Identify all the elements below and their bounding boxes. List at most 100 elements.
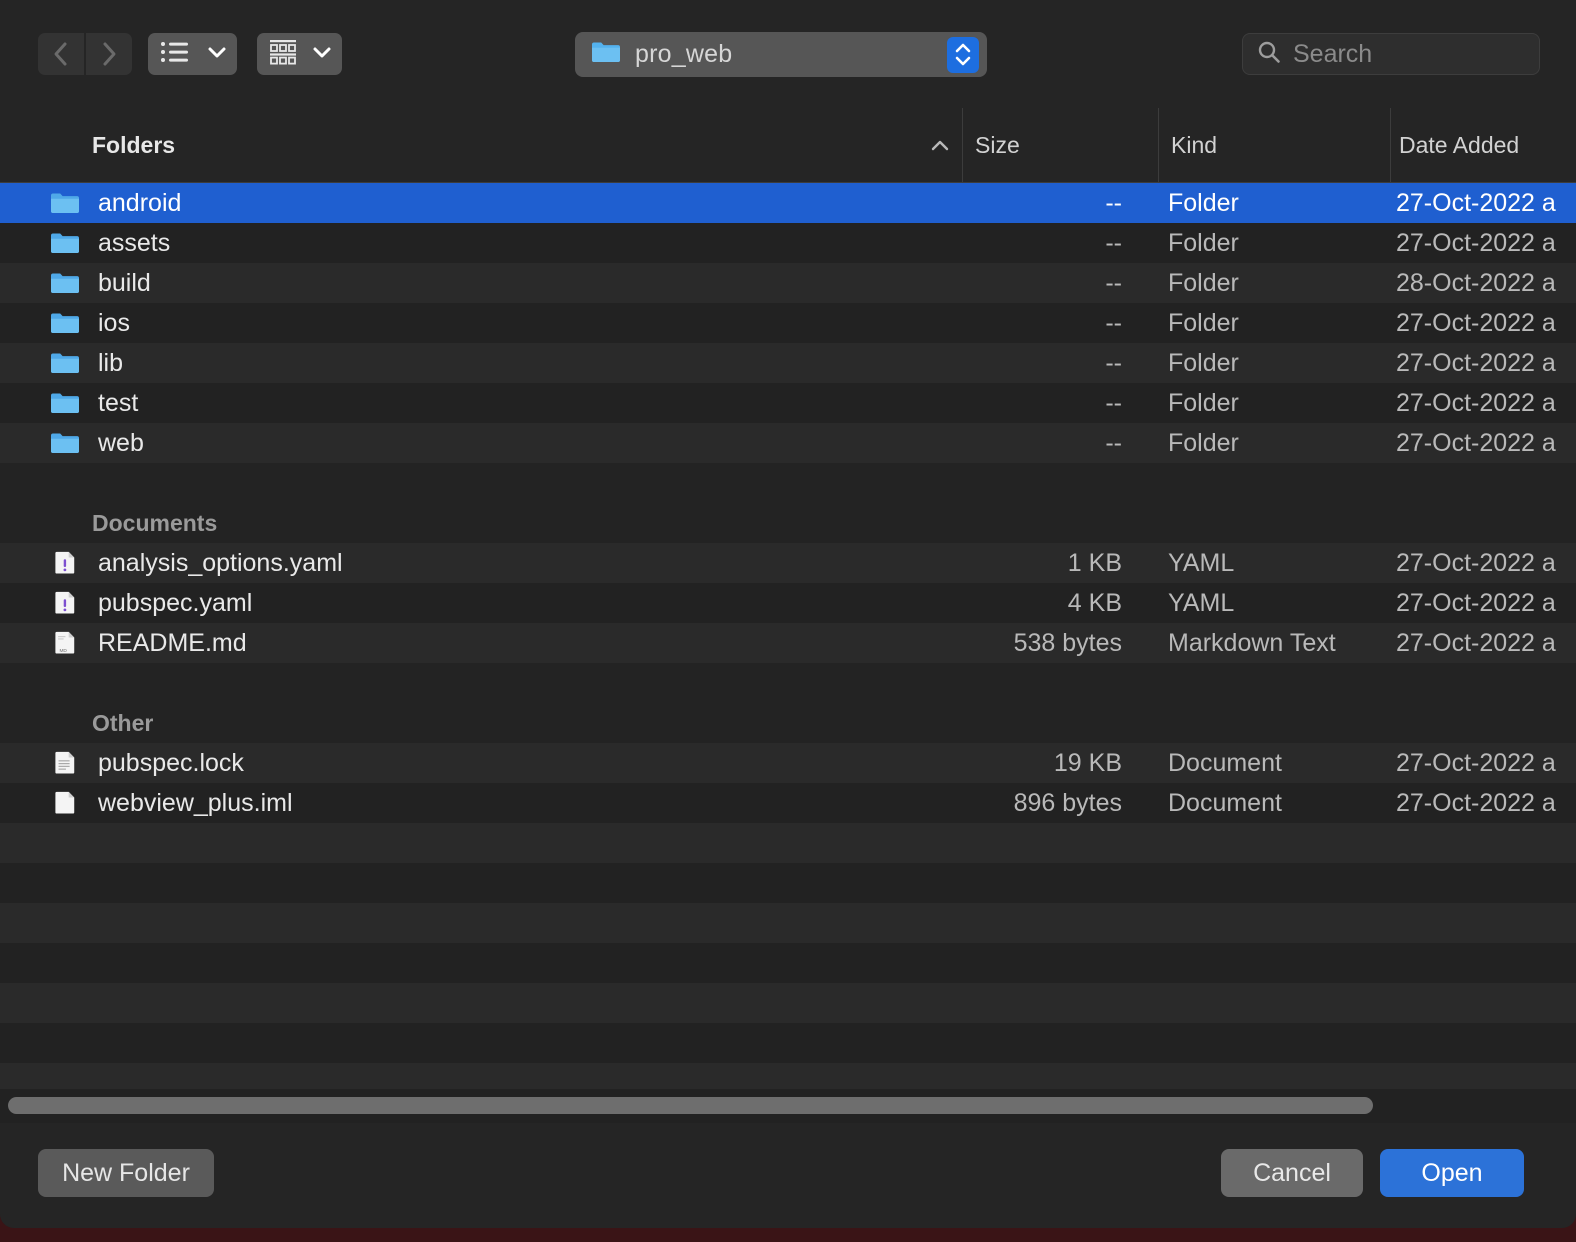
file-size-cell: -- (1105, 348, 1122, 377)
sort-indicator[interactable] (920, 108, 960, 182)
file-name-cell: web (50, 423, 144, 463)
file-kind-cell: Document (1168, 748, 1282, 777)
file-name-label: webview_plus.iml (98, 788, 293, 817)
table-row[interactable]: webview_plus.iml 896 bytes Document 27-Oct-… (0, 783, 1576, 823)
file-kind-cell: Document (1168, 788, 1282, 817)
file-kind-cell: Folder (1168, 348, 1239, 377)
section-header: Other (0, 703, 1576, 743)
file-date-cell: 27-Oct-2022 a (1396, 628, 1556, 657)
table-row[interactable]: android -- Folder 27-Oct-2022 a (0, 183, 1576, 223)
file-name-cell: webview_plus.iml (50, 783, 293, 823)
file-date-cell: 27-Oct-2022 a (1396, 588, 1556, 617)
path-label: pro_web (635, 40, 733, 68)
folder-icon (50, 271, 80, 295)
svg-text:MD: MD (59, 648, 67, 654)
file-date-cell: 27-Oct-2022 a (1396, 748, 1556, 777)
file-name-cell: test (50, 383, 138, 423)
table-row[interactable]: analysis_options.yaml 1 KB YAML 27-Oct-2022… (0, 543, 1576, 583)
folder-icon (50, 231, 80, 255)
table-row[interactable]: build -- Folder 28-Oct-2022 a (0, 263, 1576, 303)
view-options-button[interactable] (148, 33, 237, 75)
chevron-down-icon (312, 45, 332, 64)
chevron-down-icon (207, 45, 227, 64)
file-size-cell: -- (1105, 388, 1122, 417)
empty-row (0, 943, 1576, 983)
search-field[interactable]: Search (1242, 33, 1540, 75)
file-kind-cell: Folder (1168, 428, 1239, 457)
file-name-cell: android (50, 183, 181, 223)
file-name-label: README.md (98, 628, 247, 657)
file-size-cell: -- (1105, 188, 1122, 217)
file-size-cell: 896 bytes (1013, 788, 1122, 817)
column-header-size[interactable]: Size (962, 108, 1020, 182)
empty-row (0, 1023, 1576, 1063)
dialog-footer: New Folder Cancel Open (0, 1123, 1576, 1228)
yaml-file-icon (50, 551, 80, 575)
section-header-label: Other (92, 709, 154, 736)
file-kind-cell: Folder (1168, 308, 1239, 337)
file-size-cell: 1 KB (1067, 548, 1122, 577)
file-date-cell: 27-Oct-2022 a (1396, 188, 1556, 217)
cancel-button[interactable]: Cancel (1221, 1149, 1363, 1197)
file-date-cell: 27-Oct-2022 a (1396, 348, 1556, 377)
yaml-file-icon (50, 591, 80, 615)
file-name-label: assets (98, 228, 171, 257)
section-gap (0, 463, 1576, 503)
file-size-cell: -- (1105, 228, 1122, 257)
chevron-up-icon (929, 132, 951, 159)
new-folder-button[interactable]: New Folder (38, 1149, 214, 1197)
file-date-cell: 27-Oct-2022 a (1396, 788, 1556, 817)
group-by-button[interactable] (257, 33, 342, 75)
folder-icon (50, 311, 80, 335)
path-popup-button[interactable]: pro_web (575, 32, 987, 77)
file-name-cell: lib (50, 343, 123, 383)
file-date-cell: 28-Oct-2022 a (1396, 268, 1556, 297)
file-kind-cell: Folder (1168, 188, 1239, 217)
file-name-cell: pubspec.lock (50, 743, 244, 783)
file-name-label: lib (98, 348, 124, 377)
table-row[interactable]: web -- Folder 27-Oct-2022 a (0, 423, 1576, 463)
file-kind-cell: YAML (1168, 588, 1235, 617)
file-name-cell: assets (50, 223, 170, 263)
file-name-label: pubspec.yaml (98, 588, 253, 617)
table-row[interactable]: pubspec.yaml 4 KB YAML 27-Oct-2022 a (0, 583, 1576, 623)
blank-file-icon (50, 791, 80, 815)
file-name-label: ios (98, 308, 130, 337)
horizontal-scrollbar-thumb[interactable] (8, 1097, 1373, 1114)
file-name-label: pubspec.lock (98, 748, 244, 777)
file-date-cell: 27-Oct-2022 a (1396, 428, 1556, 457)
file-kind-cell: Folder (1168, 388, 1239, 417)
file-name-cell: pubspec.yaml (50, 583, 252, 623)
folder-icon (50, 431, 80, 455)
horizontal-scrollbar[interactable] (0, 1089, 1576, 1123)
chevron-right-icon (101, 41, 117, 67)
folder-icon (591, 40, 621, 69)
table-row[interactable]: lib -- Folder 27-Oct-2022 a (0, 343, 1576, 383)
file-date-cell: 27-Oct-2022 a (1396, 388, 1556, 417)
column-header-name[interactable]: Folders (92, 108, 175, 182)
list-view-icon (160, 40, 190, 69)
file-size-cell: 538 bytes (1013, 628, 1122, 657)
table-row[interactable]: assets -- Folder 27-Oct-2022 a (0, 223, 1576, 263)
file-name-label: test (98, 388, 139, 417)
file-list[interactable]: android -- Folder 27-Oct-2022 a assets -- Fold… (0, 183, 1576, 1089)
empty-row (0, 1063, 1576, 1089)
table-row[interactable]: pubspec.lock 19 KB Document 27-Oct-2022 a (0, 743, 1576, 783)
column-header-date-added[interactable]: Date Added (1390, 108, 1519, 182)
empty-row (0, 823, 1576, 863)
chevron-left-icon (53, 41, 69, 67)
table-row[interactable]: test -- Folder 27-Oct-2022 a (0, 383, 1576, 423)
empty-row (0, 903, 1576, 943)
updown-stepper-icon[interactable] (947, 36, 979, 73)
column-header-kind[interactable]: Kind (1158, 108, 1217, 182)
folder-icon (50, 191, 80, 215)
table-row[interactable]: ios -- Folder 27-Oct-2022 a (0, 303, 1576, 343)
open-button[interactable]: Open (1380, 1149, 1524, 1197)
file-date-cell: 27-Oct-2022 a (1396, 308, 1556, 337)
forward-button[interactable] (86, 33, 132, 75)
markdown-file-icon: MD (50, 631, 80, 655)
table-row[interactable]: MD README.md 538 bytes Markdown Text 27-Oct-… (0, 623, 1576, 663)
file-kind-cell: Folder (1168, 268, 1239, 297)
search-icon (1257, 40, 1281, 69)
back-button[interactable] (38, 33, 84, 75)
